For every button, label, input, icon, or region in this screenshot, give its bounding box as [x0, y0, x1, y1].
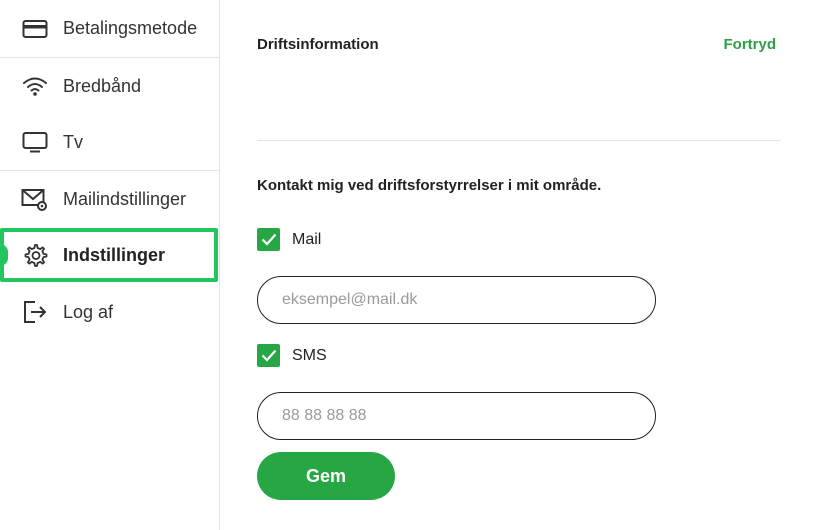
sidebar-item-log-af[interactable]: Log af: [0, 284, 220, 340]
wifi-icon: [21, 72, 49, 100]
main-content: Driftsinformation Fortryd Kontakt mig ve…: [222, 0, 814, 530]
sidebar-item-tv[interactable]: Tv: [0, 114, 220, 171]
divider: [257, 140, 781, 141]
section-title: Driftsinformation: [257, 36, 379, 53]
sidebar-item-indstillinger[interactable]: Indstillinger: [0, 228, 218, 282]
gear-icon: [21, 241, 49, 269]
sms-checkbox-row[interactable]: SMS: [257, 344, 327, 367]
sidebar-item-label: Mailindstillinger: [63, 189, 187, 209]
tv-icon: [21, 128, 49, 156]
save-button[interactable]: Gem: [257, 452, 395, 500]
phone-field[interactable]: [257, 392, 656, 440]
sms-checkbox[interactable]: [257, 344, 280, 367]
sidebar-item-mailindstillinger[interactable]: Mailindstillinger: [0, 171, 220, 228]
sidebar-item-label: Indstillinger: [63, 244, 166, 265]
mail-checkbox-label: Mail: [292, 230, 322, 248]
credit-card-icon: [21, 15, 49, 43]
sidebar-item-betalingsmetode[interactable]: Betalingsmetode: [0, 0, 220, 58]
sidebar-item-label: Log af: [63, 301, 114, 322]
checkmark-icon: [261, 349, 276, 362]
sidebar: Betalingsmetode Bredbånd Tv Mailindstill…: [0, 0, 220, 530]
cancel-link[interactable]: Fortryd: [724, 36, 777, 53]
mail-checkbox[interactable]: [257, 228, 280, 251]
mail-checkbox-row[interactable]: Mail: [257, 228, 321, 251]
sms-checkbox-label: SMS: [292, 346, 327, 364]
sidebar-item-label: Tv: [63, 131, 83, 152]
sidebar-item-label: Bredbånd: [63, 75, 142, 96]
email-field[interactable]: [257, 276, 656, 324]
sidebar-item-label: Betalingsmetode: [63, 18, 198, 38]
contact-description: Kontakt mig ved driftsforstyrrelser i mi…: [257, 177, 602, 194]
logout-icon: [21, 298, 49, 326]
sidebar-item-bredband[interactable]: Bredbånd: [0, 58, 220, 114]
mail-settings-icon: [21, 186, 49, 214]
checkmark-icon: [261, 233, 276, 246]
